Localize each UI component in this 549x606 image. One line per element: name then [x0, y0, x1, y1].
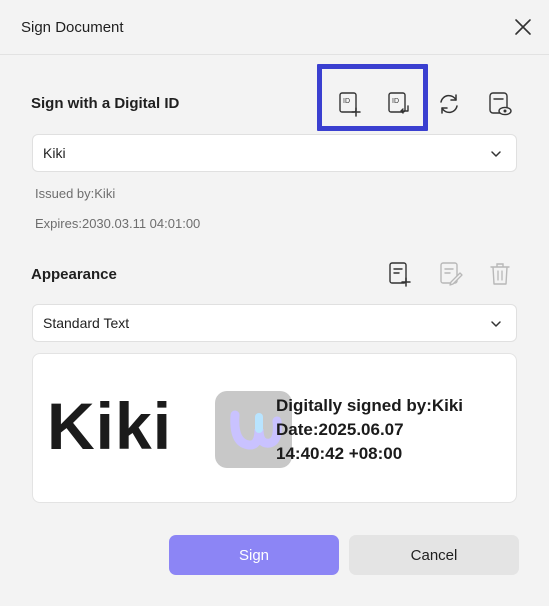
signature-details: Digitally signed by:Kiki Date:2025.06.07… — [276, 394, 463, 466]
add-id-icon: ID — [339, 92, 361, 117]
sign-document-dialog: Sign Document Sign with a Digital ID ID … — [0, 0, 549, 606]
add-document-icon — [389, 262, 411, 287]
refresh-icon — [440, 94, 458, 114]
delete-appearance-button[interactable] — [486, 260, 514, 288]
edit-icon — [440, 262, 463, 286]
digital-id-select[interactable]: Kiki — [32, 134, 517, 172]
chevron-down-icon — [491, 151, 501, 157]
import-id-icon: ID — [388, 92, 409, 114]
expires-text: Expires:2030.03.11 04:01:00 — [35, 216, 201, 231]
digital-id-label: Sign with a Digital ID — [31, 95, 180, 112]
sign-button[interactable]: Sign — [169, 535, 339, 575]
signed-by-line: Digitally signed by:Kiki — [276, 396, 464, 415]
chevron-down-icon — [491, 321, 501, 327]
time-line: 14:40:42 +08:00 — [276, 444, 403, 463]
cancel-button[interactable]: Cancel — [349, 535, 519, 575]
add-digital-id-button[interactable]: ID — [336, 90, 364, 118]
id-badge-text-2: ID — [392, 98, 399, 105]
appearance-value: Standard Text — [43, 315, 130, 331]
preview-signer-name: Kiki — [47, 389, 173, 463]
trash-icon — [490, 263, 510, 285]
add-appearance-button[interactable] — [386, 260, 414, 288]
refresh-button[interactable] — [435, 90, 463, 118]
view-id-button[interactable] — [486, 90, 514, 118]
date-line: Date:2025.06.07 — [276, 420, 404, 439]
close-icon — [515, 19, 531, 35]
title-divider — [0, 54, 549, 55]
title-bar: Sign Document — [0, 0, 549, 54]
dialog-title: Sign Document — [21, 19, 124, 36]
edit-appearance-button[interactable] — [437, 260, 465, 288]
appearance-select[interactable]: Standard Text — [32, 304, 517, 342]
import-digital-id-button[interactable]: ID — [385, 90, 413, 118]
id-badge-text: ID — [343, 98, 350, 105]
view-id-icon — [489, 92, 512, 116]
close-button[interactable] — [512, 16, 534, 38]
signature-preview: Kiki Digitally signed by:Kiki Date:2025.… — [32, 353, 517, 503]
appearance-label: Appearance — [31, 266, 117, 283]
digital-id-value: Kiki — [43, 145, 66, 161]
issued-by-text: Issued by:Kiki — [35, 186, 116, 201]
